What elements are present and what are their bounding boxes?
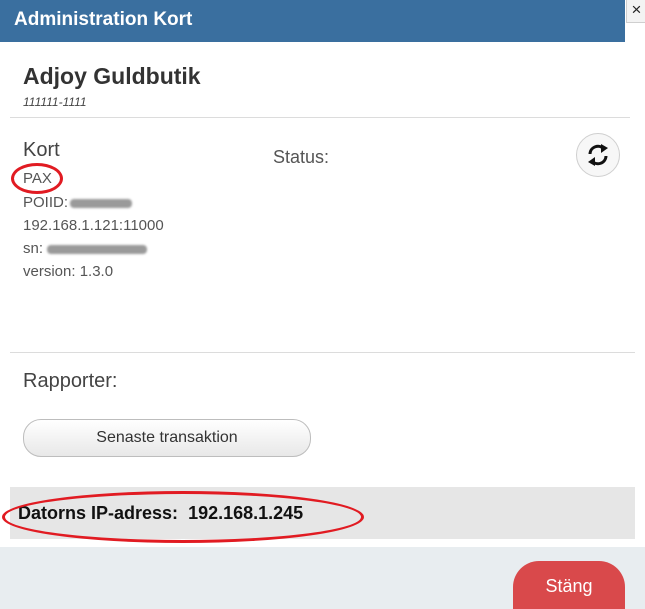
card-type: PAX bbox=[23, 170, 52, 187]
ip-value: 192.168.1.245 bbox=[188, 503, 304, 523]
reports-heading: Rapporter: bbox=[23, 370, 118, 392]
ip-info: Datorns IP-adress: 192.168.1.245 bbox=[18, 503, 303, 524]
close-button[interactable]: Stäng bbox=[513, 561, 625, 609]
redacted-value bbox=[47, 244, 148, 254]
refresh-button[interactable] bbox=[576, 133, 620, 177]
titlebar: Administration Kort bbox=[0, 0, 625, 42]
store-name: Adjoy Guldbutik bbox=[23, 63, 201, 89]
close-icon[interactable]: × bbox=[626, 0, 645, 23]
ip-label: Datorns IP-adress: bbox=[18, 503, 179, 523]
dialog-title: Administration Kort bbox=[14, 9, 193, 30]
card-address: 192.168.1.121:11000 bbox=[23, 217, 164, 234]
divider bbox=[10, 117, 630, 118]
card-poiid: POIID: bbox=[23, 194, 133, 211]
admin-card-dialog: Administration Kort × Adjoy Guldbutik 11… bbox=[0, 0, 645, 609]
card-version: version: 1.3.0 bbox=[23, 263, 114, 280]
refresh-icon bbox=[588, 144, 608, 166]
store-id: 111111-1111 bbox=[23, 95, 87, 109]
card-heading: Kort bbox=[23, 139, 60, 161]
card-sn: sn: bbox=[23, 240, 148, 257]
sn-label: sn: bbox=[23, 240, 44, 257]
divider bbox=[10, 352, 635, 353]
poiid-label: POIID: bbox=[23, 194, 69, 211]
latest-transaction-button[interactable]: Senaste transaktion bbox=[23, 419, 311, 457]
redacted-value bbox=[70, 198, 133, 208]
status-label: Status: bbox=[273, 147, 330, 167]
